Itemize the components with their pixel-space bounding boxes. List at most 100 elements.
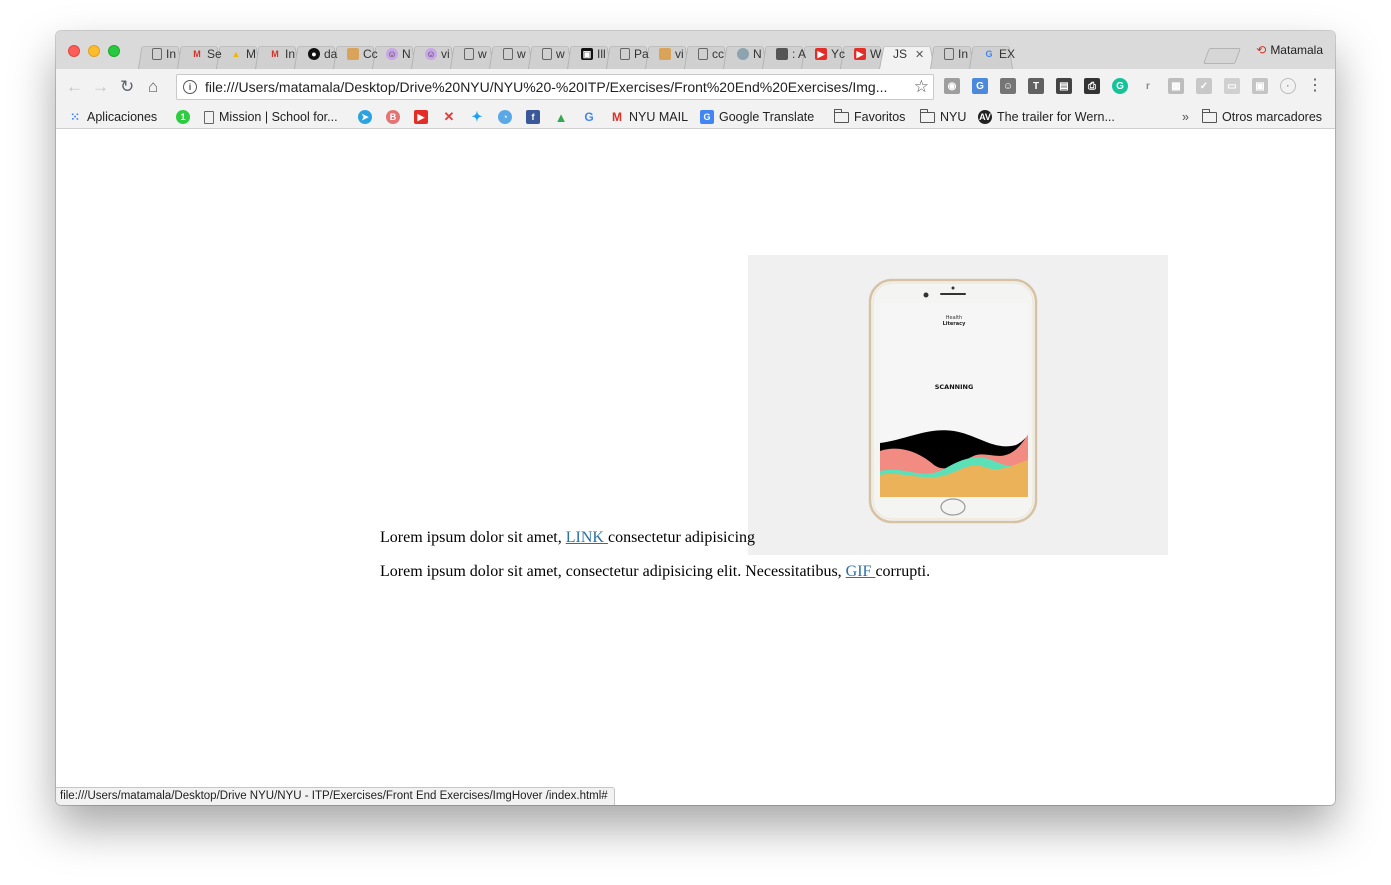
bookmark-x[interactable]: ✕ xyxy=(442,108,456,126)
bookmark-folder-nyu[interactable]: NYU xyxy=(920,108,966,126)
info-icon[interactable]: i xyxy=(183,80,197,94)
bookmark-b[interactable]: B xyxy=(386,108,400,126)
avatar-icon: ☺ xyxy=(425,48,437,60)
tab-label: : A xyxy=(792,47,807,61)
status-bar: file:///Users/matamala/Desktop/Drive NYU… xyxy=(56,787,615,805)
pocket-extension-icon[interactable]: ✓ xyxy=(1196,78,1212,94)
grammarly-extension-icon[interactable]: G xyxy=(1112,78,1128,94)
tab-label: In xyxy=(958,47,969,61)
menu-icon[interactable]: ⋮ xyxy=(1307,77,1323,95)
tab-label: w xyxy=(517,47,526,61)
r-extension-icon[interactable]: r xyxy=(1140,78,1156,94)
address-bar[interactable]: i file:///Users/matamala/Desktop/Drive%2… xyxy=(176,74,934,100)
close-window-button[interactable] xyxy=(68,45,80,57)
reload-button[interactable]: ↻ xyxy=(120,77,134,97)
tab-list: In M Se ▲ M M In ● da Cc ☺ N ☺ vi w w w ▣ Ill Pa vi cc N: A ▶ Yc… xyxy=(136,39,1015,69)
chevron-double-icon: » xyxy=(1182,110,1189,124)
bomb-icon: ● xyxy=(308,48,320,60)
bookmark-mission[interactable]: Mission | School for... xyxy=(204,108,338,126)
home-button[interactable]: ⌂ xyxy=(148,77,158,97)
text-extension-icon[interactable]: T xyxy=(1028,78,1044,94)
tab-label: Pa xyxy=(634,47,649,61)
bookmark-one[interactable]: 1 xyxy=(176,108,190,126)
url-text[interactable]: file:///Users/matamala/Desktop/Drive%20N… xyxy=(205,79,905,95)
link-link[interactable]: LINK xyxy=(566,529,608,546)
bookmark-folder-favoritos[interactable]: Favoritos xyxy=(834,108,905,126)
tab-label: N xyxy=(402,47,411,61)
adwords-icon: ▲ xyxy=(554,109,568,125)
window-extension-icon[interactable]: ▭ xyxy=(1224,78,1240,94)
bookmark-label: Mission | School for... xyxy=(219,110,338,124)
close-tab-icon[interactable]: ✕ xyxy=(915,48,924,61)
power-extension-icon[interactable]: · xyxy=(1280,78,1296,94)
paragraph-text: consectetur adipisicing xyxy=(607,529,756,546)
folder-icon xyxy=(1202,108,1217,123)
tab-label: W xyxy=(870,47,882,61)
apps-grid-icon: ⁙ xyxy=(69,110,81,124)
tab-label: w xyxy=(478,47,487,61)
twitter-icon: ✦ xyxy=(471,109,483,124)
bookmark-twitter[interactable]: ✦ xyxy=(470,108,484,126)
youtube-icon: ▶ xyxy=(414,110,428,124)
circle-icon: ◔ xyxy=(498,110,512,124)
phone-illustration: Health Literacy SCANNING xyxy=(868,278,1038,524)
bookmark-facebook[interactable]: f xyxy=(526,108,540,126)
bookmark-apps[interactable]: ⁙ Aplicaciones xyxy=(68,108,157,126)
forward-button[interactable]: → xyxy=(92,77,109,97)
bookmark-youtube[interactable]: ▶ xyxy=(414,108,428,126)
bookmark-label: NYU MAIL xyxy=(629,110,689,124)
app-icon: ▣ xyxy=(581,48,593,60)
tab-label: vi xyxy=(441,47,450,61)
camera-extension-icon[interactable]: ◉ xyxy=(944,78,960,94)
bookmark-folder-otros[interactable]: Otros marcadores xyxy=(1202,108,1322,126)
new-tab-button[interactable] xyxy=(1203,48,1241,64)
bookmark-nyu-mail[interactable]: M NYU MAIL xyxy=(610,108,688,126)
profile-button[interactable]: ⟲ Matamala xyxy=(1256,43,1323,57)
zoom-window-button[interactable] xyxy=(108,45,120,57)
gif-link[interactable]: GIF xyxy=(846,563,876,580)
minimize-window-button[interactable] xyxy=(88,45,100,57)
grid-extension-icon[interactable]: ▦ xyxy=(1168,78,1184,94)
tab-label: Cc xyxy=(363,47,378,61)
toolbar: ← → ↻ ⌂ i file:///Users/matamala/Desktop… xyxy=(56,69,1335,105)
paragraph-2: Lorem ipsum dolor sit amet, consectetur … xyxy=(380,563,930,581)
av-icon: AV xyxy=(978,110,992,124)
bookmark-adwords[interactable]: ▲ xyxy=(554,108,568,126)
bookmark-circle[interactable]: ◔ xyxy=(498,108,512,126)
tab-label: In xyxy=(166,47,177,61)
bookmark-google[interactable]: G xyxy=(582,108,596,126)
paragraph-text: Lorem ipsum dolor sit amet, consectetur … xyxy=(380,563,846,580)
tab-label: In xyxy=(285,47,296,61)
gmail-icon: M xyxy=(193,49,201,59)
bookmarks-overflow-button[interactable]: » xyxy=(1182,108,1189,126)
browser-window: In M Se ▲ M M In ● da Cc ☺ N ☺ vi w w w ▣ Ill Pa vi cc N: A ▶ Yc… xyxy=(56,31,1335,805)
bookmark-label: NYU xyxy=(940,110,967,124)
page-icon xyxy=(503,48,513,60)
x-icon: ✕ xyxy=(443,109,455,124)
bookmark-star-icon[interactable]: ☆ xyxy=(914,77,929,97)
back-button[interactable]: ← xyxy=(66,77,83,97)
folder-icon xyxy=(834,108,849,123)
print-extension-icon[interactable]: ⎙ xyxy=(1084,78,1100,94)
bookmark-telegram[interactable]: ➤ xyxy=(358,108,372,126)
tab-21[interactable]: G EX xyxy=(967,39,1015,69)
bookmark-google-translate[interactable]: G Google Translate xyxy=(700,108,814,126)
one-icon: 1 xyxy=(176,110,190,124)
image-icon xyxy=(347,48,359,60)
image-extension-icon[interactable]: ▣ xyxy=(1252,78,1268,94)
film-extension-icon[interactable]: ▤ xyxy=(1056,78,1072,94)
translate-extension-icon[interactable]: G xyxy=(972,78,988,94)
google-icon: G xyxy=(985,49,993,59)
tab-label: Yc xyxy=(831,47,846,61)
page-content: Health Literacy SCANNING Lorem ipsum dol… xyxy=(56,129,1335,805)
phone-status-text: SCANNING xyxy=(935,383,974,391)
gmail-icon: M xyxy=(271,49,279,59)
paragraph-text: corrupti. xyxy=(875,563,931,580)
page-icon xyxy=(620,48,630,60)
tab-label: Se xyxy=(207,47,222,61)
ghost-extension-icon[interactable]: ☺ xyxy=(1000,78,1016,94)
bookmark-trailer[interactable]: AV The trailer for Wern... xyxy=(978,108,1115,126)
tab-label: Ill xyxy=(597,47,606,61)
image-icon xyxy=(659,48,671,60)
drive-icon: ▲ xyxy=(231,49,241,59)
